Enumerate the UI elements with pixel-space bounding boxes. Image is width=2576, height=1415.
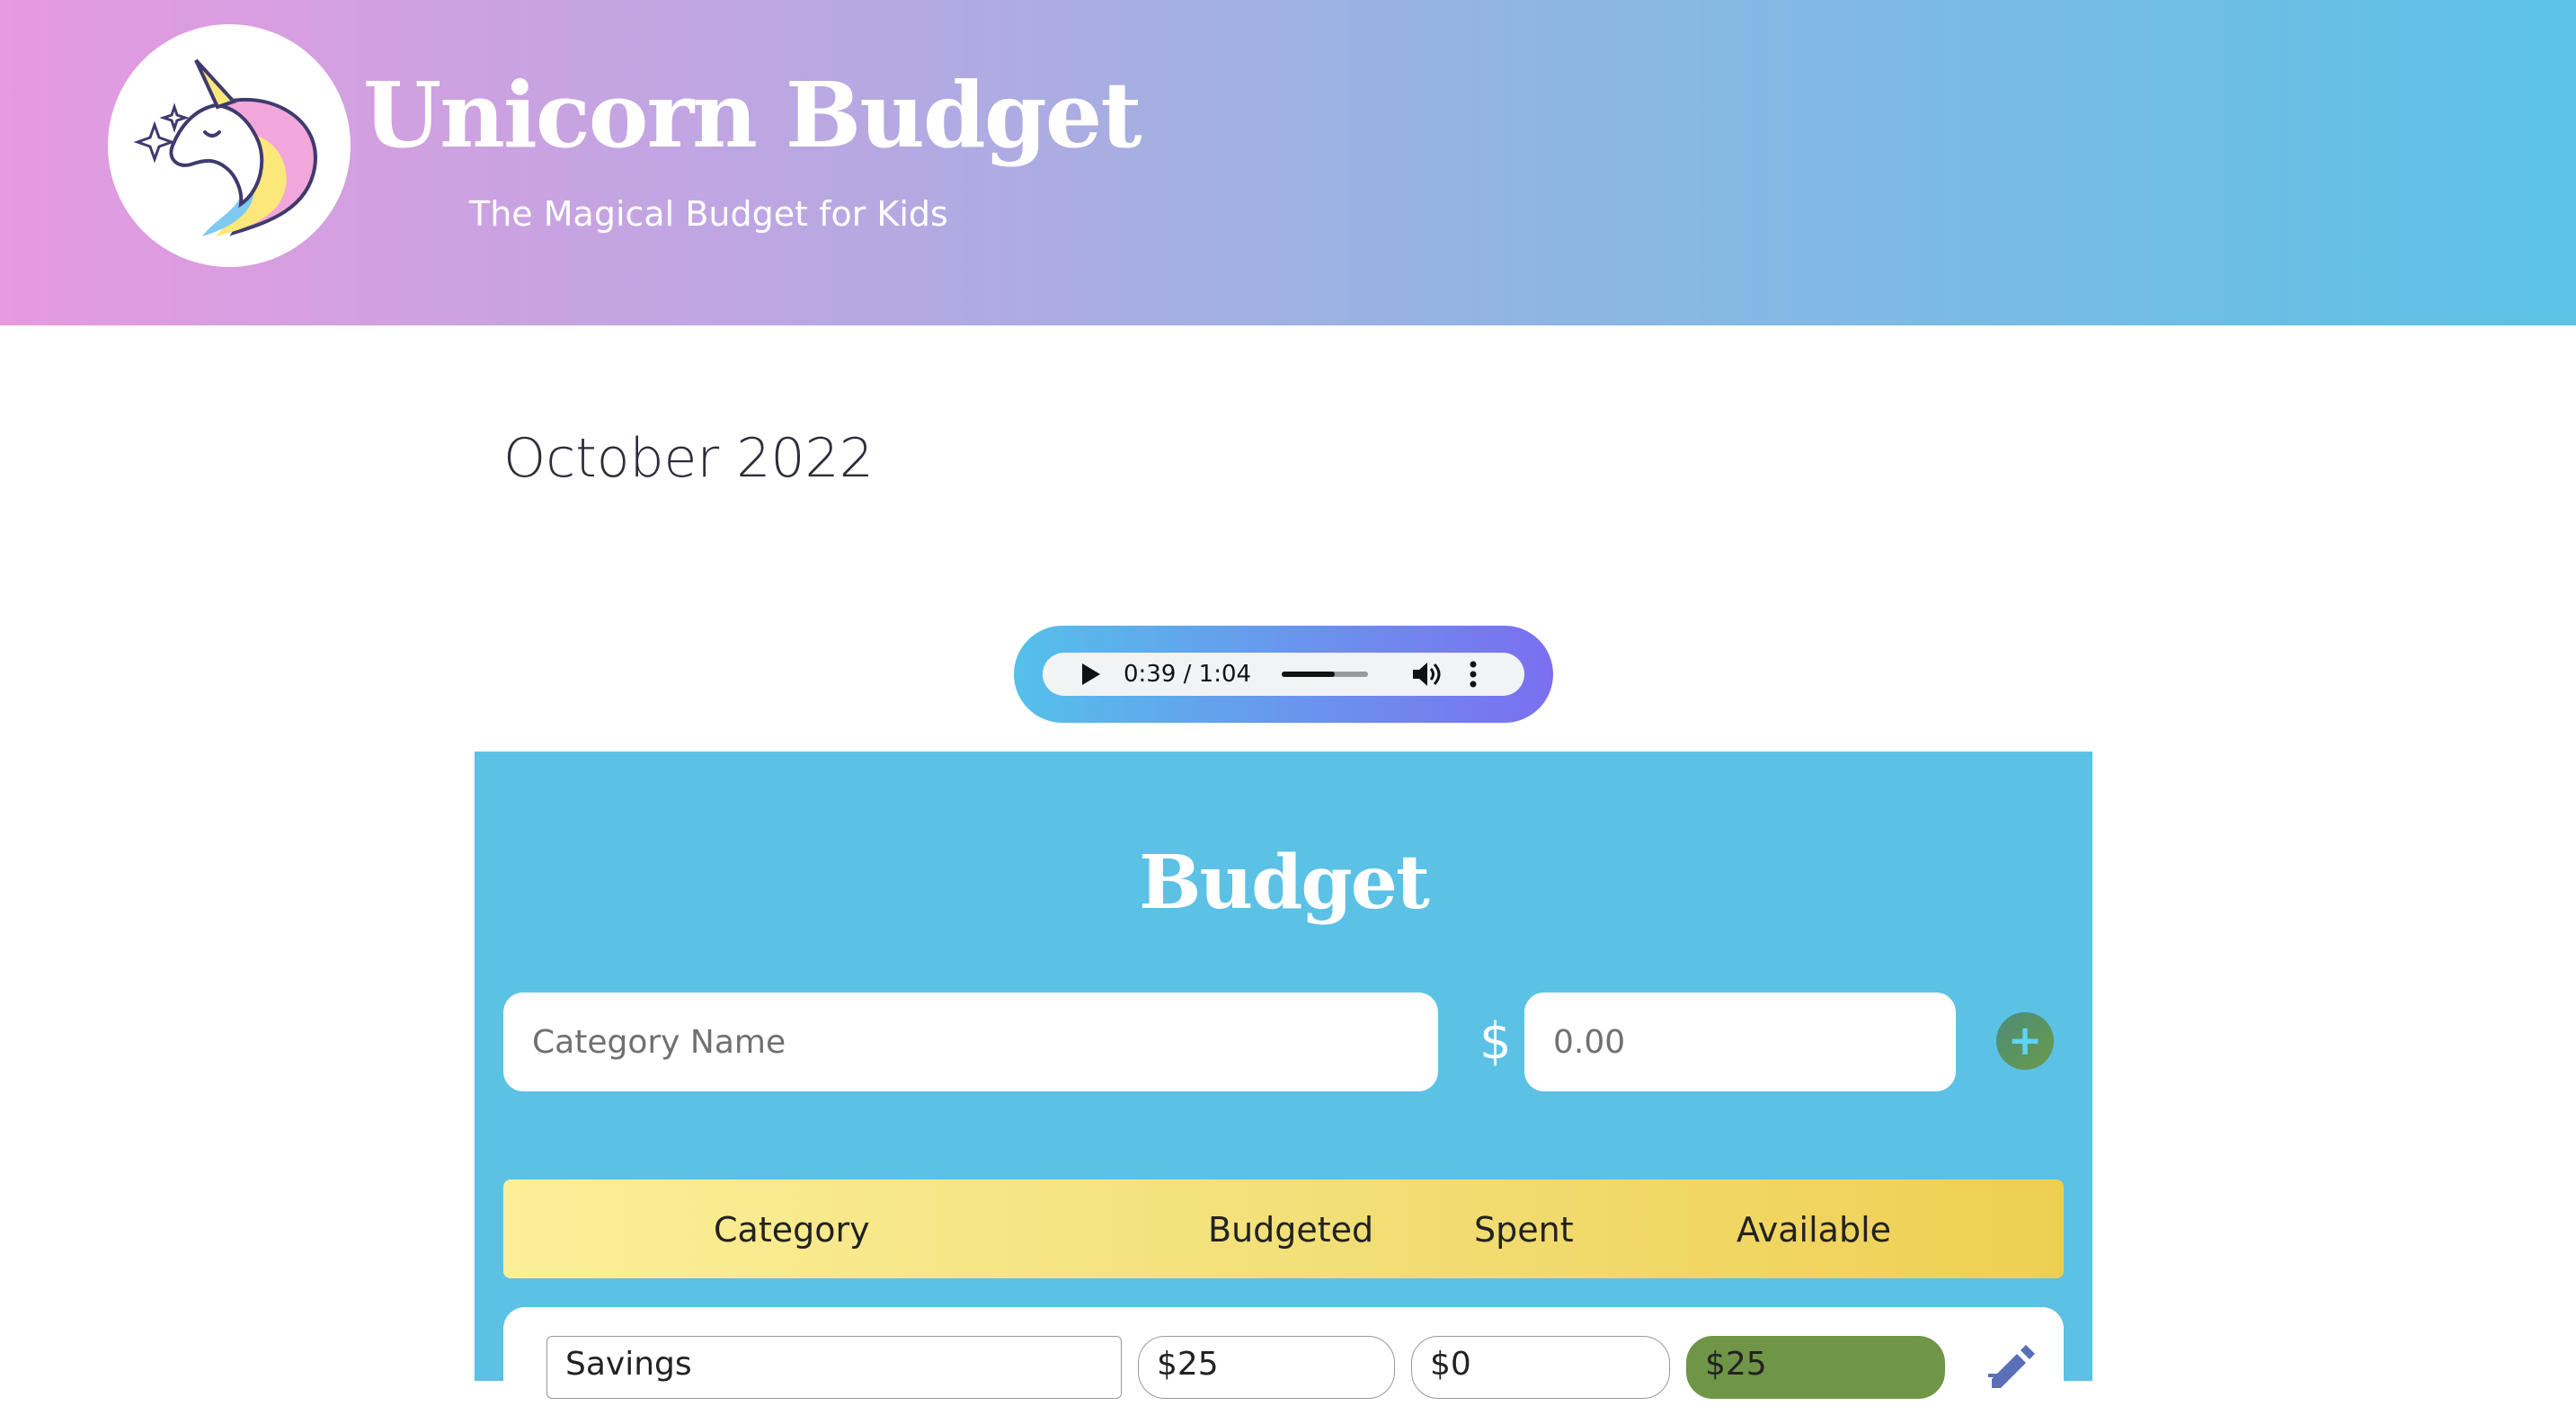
audio-player[interactable]: 0:39 / 1:04	[1043, 653, 1524, 696]
table-row: Savings $25 $0 $25	[503, 1307, 2064, 1415]
volume-icon[interactable]	[1411, 660, 1442, 689]
row-available-badge: $25	[1686, 1336, 1945, 1399]
month-heading: October 2022	[503, 427, 874, 490]
amount-input[interactable]	[1524, 992, 1956, 1091]
more-vertical-icon[interactable]	[1469, 661, 1478, 688]
column-header-category: Category	[714, 1210, 870, 1250]
budget-title: Budget	[1139, 840, 1430, 926]
audio-player-frame: 0:39 / 1:04	[1014, 626, 1553, 723]
app-subtitle: The Magical Budget for Kids	[469, 194, 948, 234]
play-icon[interactable]	[1082, 663, 1100, 685]
row-spent-field[interactable]: $0	[1411, 1336, 1670, 1399]
audio-progress-fill	[1282, 672, 1335, 677]
table-header: Category Budgeted Spent Available	[503, 1179, 2064, 1278]
audio-progress-bar[interactable]	[1282, 672, 1369, 677]
add-category-button[interactable]: +	[1996, 1012, 2054, 1070]
audio-time: 0:39 / 1:04	[1124, 661, 1252, 688]
row-category-field[interactable]: Savings	[546, 1336, 1122, 1399]
currency-symbol: $	[1479, 1012, 1512, 1071]
unicorn-icon	[133, 58, 317, 236]
column-header-budgeted: Budgeted	[1208, 1210, 1374, 1250]
column-header-available: Available	[1737, 1210, 1892, 1250]
row-budgeted-field[interactable]: $25	[1138, 1336, 1395, 1399]
logo	[108, 24, 351, 267]
app-title: Unicorn Budget	[363, 62, 1142, 168]
category-name-input[interactable]	[503, 992, 1438, 1091]
edit-icon[interactable]	[1985, 1339, 2035, 1390]
column-header-spent: Spent	[1474, 1210, 1574, 1250]
budget-panel: Budget $ + Category Budgeted Spent Avail…	[475, 752, 2092, 1415]
app-header: Unicorn Budget The Magical Budget for Ki…	[0, 0, 2576, 325]
